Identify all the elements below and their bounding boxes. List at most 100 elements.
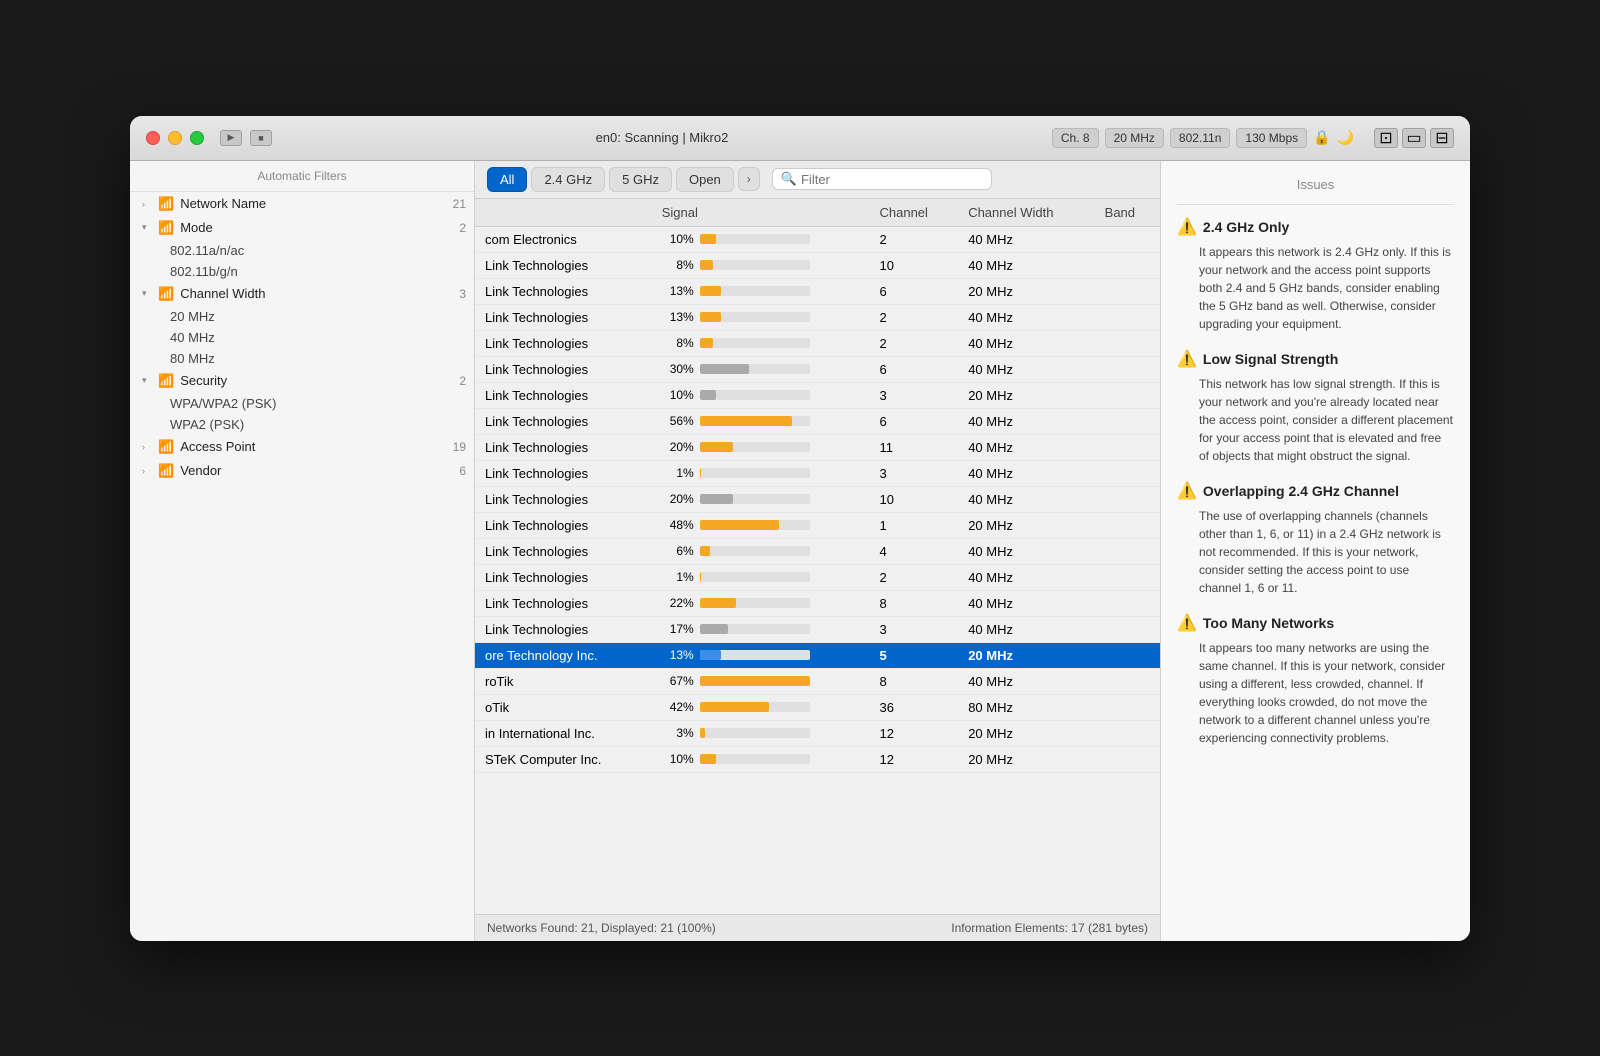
titlebar: ▶ ■ en0: Scanning | Mikro2 Ch. 8 20 MHz … xyxy=(130,116,1470,161)
sidebar-item-network-name[interactable]: › 📶 Network Name 21 xyxy=(130,192,474,216)
fullscreen-button[interactable] xyxy=(190,131,204,145)
table-row[interactable]: Link Technologies 1% 340 MHz xyxy=(475,460,1160,486)
table-row[interactable]: Link Technologies 13% 240 MHz xyxy=(475,304,1160,330)
cell-width: 20 MHz xyxy=(958,512,1094,538)
play-button[interactable]: ▶ xyxy=(220,130,242,146)
signal-bar-fill xyxy=(700,702,769,712)
cell-channel: 2 xyxy=(869,564,958,590)
table-row[interactable]: STeK Computer Inc. 10% 1220 MHz xyxy=(475,746,1160,772)
cell-channel: 11 xyxy=(869,434,958,460)
table-row[interactable]: oTik 42% 3680 MHz xyxy=(475,694,1160,720)
view-btn-3[interactable]: ⊟ xyxy=(1430,128,1454,148)
sidebar-item-80mhz[interactable]: 80 MHz xyxy=(130,348,474,369)
signal-percent: 67% xyxy=(662,674,694,688)
cell-name: Link Technologies xyxy=(475,330,652,356)
table-row[interactable]: roTik 67% 840 MHz xyxy=(475,668,1160,694)
tab-2.4ghz[interactable]: 2.4 GHz xyxy=(531,167,605,192)
filter-label-channel-width: Channel Width xyxy=(180,286,455,301)
cell-signal: 20% xyxy=(652,486,870,512)
cell-channel: 2 xyxy=(869,330,958,356)
sidebar-item-mode[interactable]: ▾ 📶 Mode 2 xyxy=(130,216,474,240)
lock-icon: 🔒 xyxy=(1313,129,1330,146)
sidebar-item-security[interactable]: ▾ 📶 Security 2 xyxy=(130,369,474,393)
cell-channel: 36 xyxy=(869,694,958,720)
signal-percent: 1% xyxy=(662,570,694,584)
signal-bar-bg xyxy=(700,260,810,270)
cell-signal: 1% xyxy=(652,460,870,486)
table-row[interactable]: Link Technologies 48% 120 MHz xyxy=(475,512,1160,538)
cell-name: Link Technologies xyxy=(475,304,652,330)
cell-band xyxy=(1095,694,1160,720)
stop-button[interactable]: ■ xyxy=(250,130,272,146)
col-signal[interactable]: Signal xyxy=(652,199,870,227)
issue-description: It appears this network is 2.4 GHz only.… xyxy=(1177,243,1454,333)
table-row[interactable]: Link Technologies 8% 1040 MHz xyxy=(475,252,1160,278)
issue-description: It appears too many networks are using t… xyxy=(1177,639,1454,747)
cell-width: 80 MHz xyxy=(958,694,1094,720)
sidebar-item-80211anac[interactable]: 802.11a/n/ac xyxy=(130,240,474,261)
cell-signal: 10% xyxy=(652,382,870,408)
table-row[interactable]: Link Technologies 1% 240 MHz xyxy=(475,564,1160,590)
table-row[interactable]: Link Technologies 56% 640 MHz xyxy=(475,408,1160,434)
sidebar-item-access-point[interactable]: › 📶 Access Point 19 xyxy=(130,435,474,459)
cell-band xyxy=(1095,538,1160,564)
sidebar-item-20mhz[interactable]: 20 MHz xyxy=(130,306,474,327)
table-row[interactable]: Link Technologies 17% 340 MHz xyxy=(475,616,1160,642)
status-pills: Ch. 8 20 MHz 802.11n 130 Mbps 🔒 🌙 xyxy=(1052,128,1354,148)
col-band[interactable]: Band xyxy=(1095,199,1160,227)
cell-signal: 20% xyxy=(652,434,870,460)
col-width[interactable]: Channel Width xyxy=(958,199,1094,227)
sidebar-item-channel-width[interactable]: ▾ 📶 Channel Width 3 xyxy=(130,282,474,306)
cell-signal: 10% xyxy=(652,746,870,772)
status-bar: Networks Found: 21, Displayed: 21 (100%)… xyxy=(475,914,1160,941)
issues-list: ⚠️ 2.4 GHz Only It appears this network … xyxy=(1177,217,1454,747)
table-row[interactable]: Link Technologies 6% 440 MHz xyxy=(475,538,1160,564)
table-row[interactable]: Link Technologies 8% 240 MHz xyxy=(475,330,1160,356)
sidebar-item-wpa2[interactable]: WPA2 (PSK) xyxy=(130,414,474,435)
signal-bar-fill xyxy=(700,546,710,556)
chevron-right-icon: › xyxy=(142,199,154,209)
cell-name: roTik xyxy=(475,668,652,694)
view-btn-1[interactable]: ⊡ xyxy=(1374,128,1398,148)
signal-percent: 42% xyxy=(662,700,694,714)
cell-channel: 6 xyxy=(869,278,958,304)
table-row[interactable]: Link Technologies 10% 320 MHz xyxy=(475,382,1160,408)
cell-width: 20 MHz xyxy=(958,746,1094,772)
table-row[interactable]: in International Inc. 3% 1220 MHz xyxy=(475,720,1160,746)
sidebar-item-40mhz[interactable]: 40 MHz xyxy=(130,327,474,348)
col-name xyxy=(475,199,652,227)
filter-input[interactable] xyxy=(801,172,983,187)
tab-all[interactable]: All xyxy=(487,167,527,192)
signal-percent: 1% xyxy=(662,466,694,480)
sidebar-item-vendor[interactable]: › 📶 Vendor 6 xyxy=(130,459,474,483)
minimize-button[interactable] xyxy=(168,131,182,145)
sidebar-item-80211bgn[interactable]: 802.11b/g/n xyxy=(130,261,474,282)
cell-channel: 10 xyxy=(869,486,958,512)
signal-bar-bg xyxy=(700,754,810,764)
table-row[interactable]: Link Technologies 20% 1040 MHz xyxy=(475,486,1160,512)
tab-open[interactable]: Open xyxy=(676,167,734,192)
table-row[interactable]: com Electronics 10% 240 MHz xyxy=(475,226,1160,252)
close-button[interactable] xyxy=(146,131,160,145)
cell-channel: 6 xyxy=(869,408,958,434)
cell-signal: 13% xyxy=(652,278,870,304)
cell-band xyxy=(1095,642,1160,668)
table-row[interactable]: Link Technologies 22% 840 MHz xyxy=(475,590,1160,616)
tab-5ghz[interactable]: 5 GHz xyxy=(609,167,672,192)
cell-signal: 48% xyxy=(652,512,870,538)
table-row[interactable]: Link Technologies 13% 620 MHz xyxy=(475,278,1160,304)
cell-width: 20 MHz xyxy=(958,720,1094,746)
view-btn-2[interactable]: ▭ xyxy=(1402,128,1426,148)
signal-bar-bg xyxy=(700,416,810,426)
toolbar: All 2.4 GHz 5 GHz Open › 🔍 xyxy=(475,161,1160,199)
table-row[interactable]: ore Technology Inc. 13% 520 MHz xyxy=(475,642,1160,668)
col-channel[interactable]: Channel xyxy=(869,199,958,227)
tab-more[interactable]: › xyxy=(738,167,760,191)
cell-name: Link Technologies xyxy=(475,564,652,590)
table-row[interactable]: Link Technologies 30% 640 MHz xyxy=(475,356,1160,382)
table-row[interactable]: Link Technologies 20% 1140 MHz xyxy=(475,434,1160,460)
filter-count-channel-width: 3 xyxy=(459,287,466,301)
signal-bar-bg xyxy=(700,364,810,374)
sidebar-item-wpa-wpa2[interactable]: WPA/WPA2 (PSK) xyxy=(130,393,474,414)
issue-title: ⚠️ Low Signal Strength xyxy=(1177,349,1454,369)
